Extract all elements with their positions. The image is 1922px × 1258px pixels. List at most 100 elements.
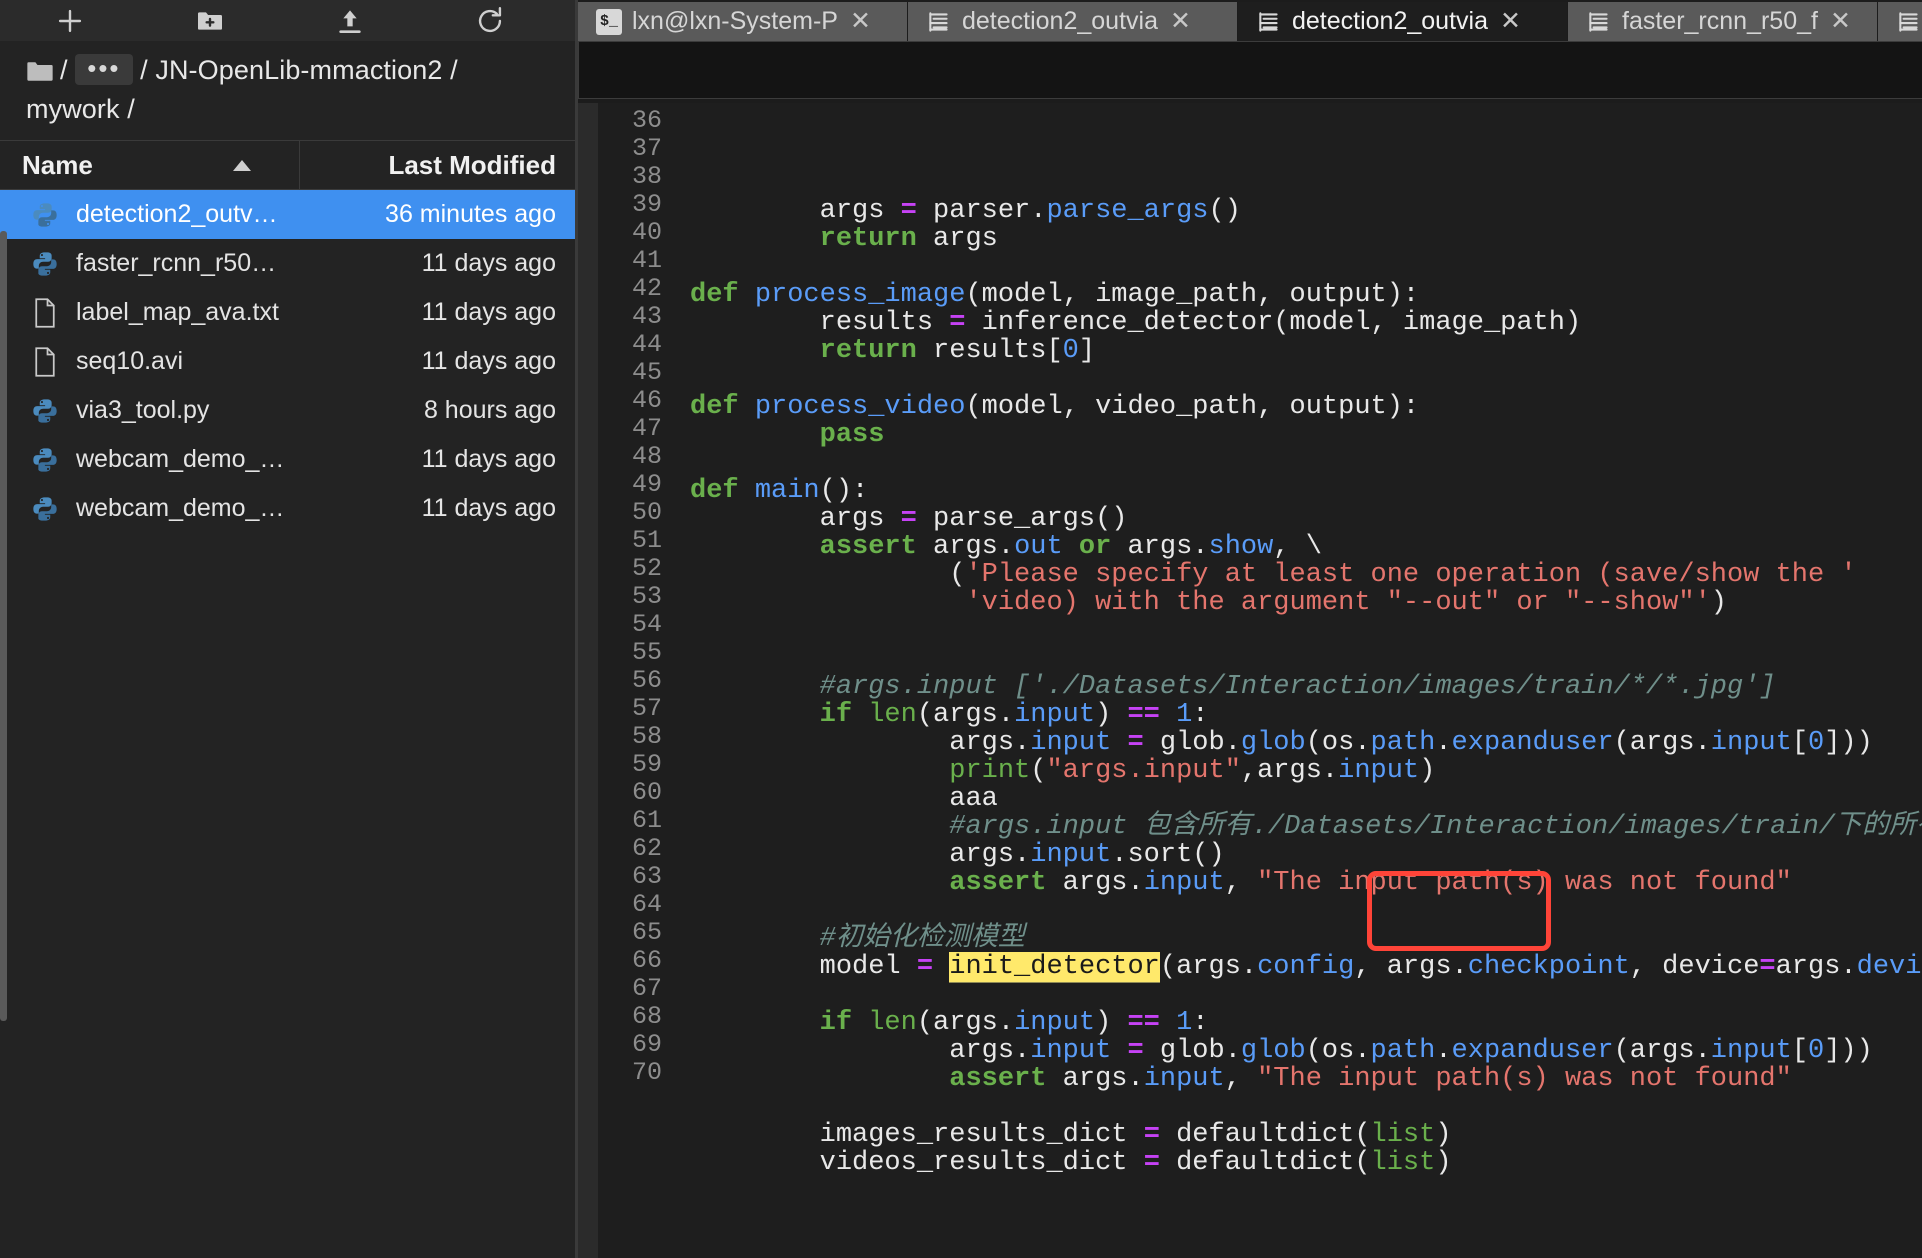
file-list-item[interactable]: webcam_demo_… 11 days ago — [0, 435, 578, 484]
file-list-item[interactable]: detection2_outv… 36 minutes ago — [0, 190, 578, 240]
code-line[interactable]: results = inference_detector(model, imag… — [690, 309, 1922, 337]
code-token: args — [690, 196, 901, 226]
breadcrumb[interactable]: / ••• / JN-OpenLib-mmaction2 / mywork / — [0, 41, 578, 141]
code-line[interactable] — [690, 253, 1922, 281]
code-line[interactable]: assert args.out or args.show, \ — [690, 533, 1922, 561]
code-content[interactable]: args = parser.parse_args() return args d… — [670, 103, 1922, 1258]
code-line[interactable]: return results[0] — [690, 337, 1922, 365]
code-line[interactable]: args.input = glob.glob(os.path.expanduse… — [690, 1037, 1922, 1065]
code-line[interactable]: 'video) with the argument "--out" or "--… — [690, 589, 1922, 617]
tab-close-icon[interactable]: ✕ — [1500, 9, 1521, 34]
code-line[interactable] — [690, 449, 1922, 477]
code-token: 'video) with the argument "--out" or "--… — [965, 588, 1711, 618]
code-token: . — [1435, 728, 1452, 758]
file-list-item[interactable]: via3_tool.py 8 hours ago — [0, 386, 578, 435]
code-token: = — [949, 308, 966, 338]
code-token: assert — [949, 868, 1047, 898]
code-token: expanduser — [1451, 728, 1614, 758]
code-token: (args. — [1613, 728, 1711, 758]
code-line[interactable]: args = parser.parse_args() — [690, 197, 1922, 225]
code-line[interactable]: print("args.input",args.input) — [690, 757, 1922, 785]
line-number: 70 — [631, 1058, 662, 1087]
code-line[interactable] — [690, 1093, 1922, 1121]
new-launcher-button[interactable] — [0, 0, 140, 41]
tab-close-icon[interactable]: ✕ — [850, 9, 871, 34]
code-line[interactable] — [690, 897, 1922, 925]
code-line[interactable]: args = parse_args() — [690, 505, 1922, 533]
folder-icon[interactable] — [26, 57, 54, 92]
tab-2[interactable]: detection2_outvia ✕ — [908, 2, 1238, 41]
code-line[interactable]: images_results_dict = defaultdict(list) — [690, 1121, 1922, 1149]
code-line[interactable] — [690, 617, 1922, 645]
file-name-label: label_map_ava.txt — [76, 298, 279, 327]
code-line[interactable] — [690, 365, 1922, 393]
code-line[interactable] — [690, 981, 1922, 1009]
code-token: [ — [1791, 1036, 1809, 1066]
code-line[interactable]: if len(args.input) == 1: — [690, 701, 1922, 729]
code-line[interactable]: model = init_detector(args.config, args.… — [690, 952, 1922, 982]
column-header-name[interactable]: Name — [0, 141, 300, 190]
code-line[interactable]: assert args.input, "The input path(s) wa… — [690, 1065, 1922, 1093]
code-token: results[ — [916, 336, 1063, 366]
tab-5[interactable]: r — [1878, 2, 1922, 41]
notebook-icon — [1586, 9, 1612, 35]
tab-1[interactable]: $_ lxn@lxn-System-P ✕ — [578, 2, 908, 41]
code-line[interactable]: #初始化检测模型 — [690, 925, 1922, 953]
code-line[interactable]: assert args.input, "The input path(s) wa… — [690, 869, 1922, 897]
code-token: ( — [690, 560, 966, 590]
tab-close-icon[interactable]: ✕ — [1170, 9, 1191, 34]
code-line[interactable]: def process_video(model, video_path, out… — [690, 393, 1922, 421]
code-line[interactable]: if len(args.input) == 1: — [690, 1009, 1922, 1037]
file-list-item[interactable]: label_map_ava.txt 11 days ago — [0, 288, 578, 337]
code-token: input — [1710, 1036, 1792, 1066]
breadcrumb-ellipsis[interactable]: ••• — [75, 54, 133, 85]
code-line[interactable]: args.input.sort() — [690, 841, 1922, 869]
code-token: (args. — [916, 700, 1015, 730]
notebook-icon — [926, 9, 952, 35]
line-number: 50 — [631, 498, 662, 527]
refresh-icon[interactable] — [420, 0, 560, 41]
new-folder-icon[interactable] — [140, 0, 280, 41]
code-line[interactable]: aaa — [690, 785, 1922, 813]
file-list-item[interactable]: faster_rcnn_r50… 11 days ago — [0, 239, 578, 288]
notebook-icon — [1896, 9, 1922, 35]
code-token: assert — [819, 532, 917, 562]
code-line[interactable]: #args.input 包含所有./Datasets/Interaction/i… — [690, 813, 1922, 841]
code-line[interactable]: return args — [690, 225, 1922, 253]
code-token: #初始化检测模型 — [819, 924, 1025, 954]
code-line[interactable]: pass — [690, 421, 1922, 449]
code-token: ])) — [1824, 728, 1873, 758]
code-token: path — [1370, 1036, 1436, 1066]
code-token: device — [1856, 952, 1922, 982]
code-line[interactable]: #args.input ['./Datasets/Interaction/ima… — [690, 673, 1922, 701]
code-editor[interactable]: 36 37 38 39 40 41 42 43 44 45 46 47 48 49 50 51 52 53 54 55… — [578, 103, 1922, 1258]
tab-3[interactable]: detection2_outvia ✕ — [1238, 2, 1568, 41]
code-token: == — [1127, 700, 1160, 730]
code-line[interactable]: ('Please specify at least one operation … — [690, 561, 1922, 589]
column-header-last-modified[interactable]: Last Modified — [300, 150, 578, 181]
tab-4[interactable]: faster_rcnn_r50_f ✕ — [1568, 2, 1878, 41]
code-token: ( — [1030, 756, 1047, 786]
file-modified-cell: 11 days ago — [421, 347, 556, 376]
code-token: = — [1127, 1036, 1144, 1066]
file-name-label: webcam_demo_… — [76, 494, 285, 523]
file-name-cell: via3_tool.py — [0, 395, 306, 427]
sidebar-scrollbar[interactable] — [0, 231, 7, 1021]
code-line[interactable]: def process_image(model, image_path, out… — [690, 281, 1922, 309]
file-list-item[interactable]: webcam_demo_… 11 days ago — [0, 484, 578, 533]
sort-ascending-icon[interactable] — [233, 159, 251, 171]
code-line[interactable]: videos_results_dict = defaultdict(list) — [690, 1149, 1922, 1177]
code-line[interactable]: args.input = glob.glob(os.path.expanduse… — [690, 729, 1922, 757]
code-line[interactable]: def main(): — [690, 477, 1922, 505]
code-token: , device — [1629, 952, 1760, 982]
code-token: 0 — [1808, 728, 1825, 758]
upload-icon[interactable] — [280, 0, 420, 41]
code-token: () — [1208, 196, 1241, 226]
file-list-item[interactable]: seq10.avi 11 days ago — [0, 337, 578, 386]
code-token: out — [1014, 532, 1063, 562]
tab-close-icon[interactable]: ✕ — [1830, 9, 1851, 34]
code-line[interactable] — [690, 645, 1922, 673]
